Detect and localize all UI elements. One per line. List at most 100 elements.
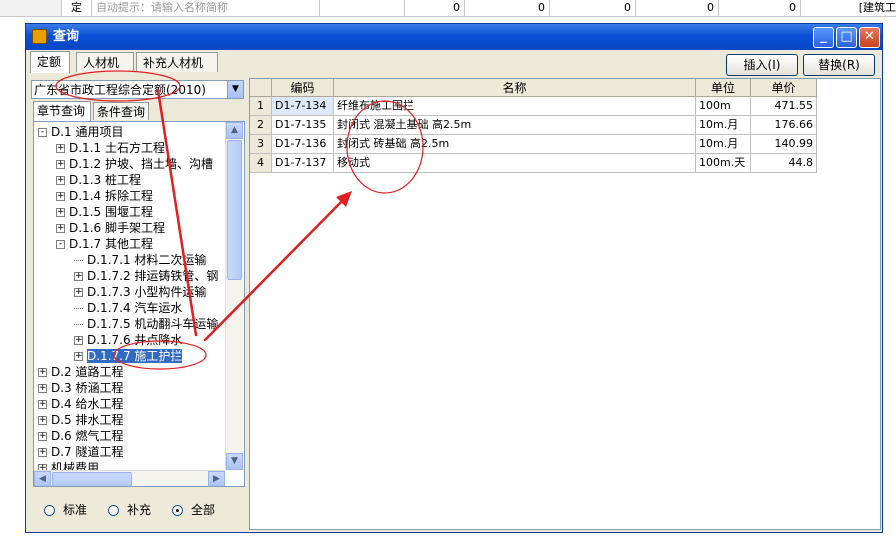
code-cell[interactable]: D1-7-136	[272, 135, 334, 154]
code-cell[interactable]: D1-7-134	[272, 97, 334, 116]
tree-node[interactable]: + D.7 隧道工程	[38, 444, 124, 460]
column-header-price[interactable]: 单价	[751, 79, 817, 97]
tree-node[interactable]: + D.1.5 围堰工程	[56, 204, 153, 220]
row-number-cell[interactable]: 1	[250, 97, 272, 116]
tree-vertical-scroll-thumb[interactable]	[227, 140, 242, 280]
row-number-cell[interactable]: 3	[250, 135, 272, 154]
tree-node[interactable]: + D.1.7.6 井点降水	[74, 332, 182, 348]
tree-node[interactable]: - D.1.7 其他工程	[56, 236, 153, 252]
name-cell[interactable]: 封闭式 混凝土基础 高2.5m	[334, 116, 696, 135]
code-cell[interactable]: D1-7-137	[272, 154, 334, 173]
tab-extra-materials[interactable]: 补充人材机	[136, 52, 218, 72]
insert-button[interactable]: 插入(I)	[726, 54, 798, 76]
name-cell[interactable]: 移动式	[334, 154, 696, 173]
tab-condition-search[interactable]: 条件查询	[93, 102, 149, 120]
expand-icon[interactable]: +	[56, 208, 65, 217]
price-cell[interactable]: 176.66	[751, 116, 817, 135]
scroll-left-icon[interactable]: ◀	[34, 471, 51, 486]
price-cell[interactable]: 471.55	[751, 97, 817, 116]
replace-button[interactable]: 替换(R)	[803, 54, 875, 76]
radio-standard[interactable]: 标准	[44, 502, 87, 518]
tree-node[interactable]: + D.2 道路工程	[38, 364, 124, 380]
expand-icon[interactable]: +	[56, 144, 65, 153]
tab-quota[interactable]: 定额	[30, 51, 70, 73]
tree-node[interactable]: + D.4 给水工程	[38, 396, 124, 412]
tree-node[interactable]: D.1.7.4 汽车运水	[74, 300, 182, 316]
maximize-button[interactable]: □	[836, 27, 857, 48]
expand-icon[interactable]: +	[38, 384, 47, 393]
filter-radio-group: 标准 补充 全部	[38, 502, 243, 522]
name-cell[interactable]: 纤维布施工围拦	[334, 97, 696, 116]
tree-node[interactable]: + D.1.6 脚手架工程	[56, 220, 165, 236]
tree-node[interactable]: + D.6 燃气工程	[38, 428, 124, 444]
expand-icon[interactable]: +	[38, 400, 47, 409]
tab-chapter-search[interactable]: 章节查询	[33, 101, 91, 121]
code-cell[interactable]: D1-7-135	[272, 116, 334, 135]
expand-icon[interactable]: +	[38, 368, 47, 377]
quota-library-select[interactable]: 广东省市政工程综合定额(2010) ▼	[31, 80, 244, 99]
scroll-down-icon[interactable]: ▼	[226, 453, 243, 470]
tree-node[interactable]: + D.1.2 护坡、挡土墙、沟槽	[56, 156, 213, 172]
expand-icon[interactable]: +	[56, 224, 65, 233]
expand-icon[interactable]: +	[38, 432, 47, 441]
expand-icon[interactable]: +	[56, 160, 65, 169]
row-number-cell[interactable]: 4	[250, 154, 272, 173]
tree-node-label: D.1.7.4 汽车运水	[87, 301, 183, 315]
tab-materials[interactable]: 人材机	[76, 52, 134, 72]
radio-all[interactable]: 全部	[172, 502, 215, 518]
radio-circle-icon[interactable]	[108, 505, 119, 516]
unit-cell[interactable]: 10m.月	[696, 116, 751, 135]
tree-node[interactable]: - D.1 通用项目	[38, 124, 124, 140]
minimize-button[interactable]: _	[813, 27, 834, 48]
tree-horizontal-scroll-thumb[interactable]	[52, 472, 132, 486]
expand-icon[interactable]: +	[38, 416, 47, 425]
radio-supplement[interactable]: 补充	[108, 502, 151, 518]
close-button[interactable]: ✕	[859, 27, 880, 48]
radio-circle-icon[interactable]	[172, 505, 183, 516]
tree-node[interactable]: D.1.7.5 机动翻斗车运输	[74, 316, 218, 332]
expand-icon[interactable]: +	[74, 272, 83, 281]
tree-node[interactable]: + D.1.4 拆除工程	[56, 188, 153, 204]
tree-node-label: D.5 排水工程	[51, 413, 124, 427]
expand-icon[interactable]: +	[56, 192, 65, 201]
tree-horizontal-scrollbar[interactable]: ◀ ▶	[34, 470, 225, 486]
bg-cell-zero: 0	[636, 0, 719, 16]
tree-node[interactable]: + D.1.7.3 小型构件运输	[74, 284, 206, 300]
expand-icon[interactable]: +	[74, 352, 83, 361]
price-cell[interactable]: 44.8	[751, 154, 817, 173]
title-bar[interactable]: 查询 _ □ ✕	[26, 24, 882, 50]
tree-node[interactable]: + D.3 桥涵工程	[38, 380, 124, 396]
tree-node[interactable]: + D.5 排水工程	[38, 412, 124, 428]
expand-icon[interactable]: +	[38, 448, 47, 457]
collapse-icon[interactable]: -	[56, 240, 65, 249]
tree-node[interactable]: + D.1.3 桩工程	[56, 172, 141, 188]
scroll-right-icon[interactable]: ▶	[208, 471, 225, 486]
unit-cell[interactable]: 100m.天	[696, 154, 751, 173]
expand-icon[interactable]: +	[56, 176, 65, 185]
tree-node-label: D.1.6 脚手架工程	[69, 221, 165, 235]
tree-node-label: D.3 桥涵工程	[51, 381, 124, 395]
tree-node[interactable]: + D.1.1 土石方工程	[56, 140, 165, 156]
tree-node-label: D.1.5 围堰工程	[69, 205, 153, 219]
tree-vertical-scrollbar[interactable]: ▲ ▼	[225, 122, 243, 470]
tree-node[interactable]: + D.1.7.7 施工护拦	[74, 348, 184, 364]
row-number-cell[interactable]: 2	[250, 116, 272, 135]
expand-icon[interactable]: +	[74, 288, 83, 297]
unit-cell[interactable]: 100m	[696, 97, 751, 116]
expand-icon[interactable]: +	[74, 336, 83, 345]
radio-circle-icon[interactable]	[44, 505, 55, 516]
tree-node[interactable]: + D.1.7.2 排运铸铁管、钢	[74, 268, 218, 284]
background-grid-row: 定 自动提示：请输入名称简称 0 0 0 0 0 [建筑工	[0, 0, 896, 17]
chevron-down-icon[interactable]: ▼	[227, 81, 243, 98]
tree-node-label: D.1 通用项目	[51, 125, 124, 139]
unit-cell[interactable]: 10m.月	[696, 135, 751, 154]
column-header-unit[interactable]: 单位	[696, 79, 751, 97]
name-cell[interactable]: 封闭式 砖基础 高2.5m	[334, 135, 696, 154]
collapse-icon[interactable]: -	[38, 128, 47, 137]
column-header-name[interactable]: 名称	[334, 79, 696, 97]
column-header-code[interactable]: 编码	[272, 79, 334, 97]
scroll-up-icon[interactable]: ▲	[226, 122, 243, 139]
tree-node[interactable]: D.1.7.1 材料二次运输	[74, 252, 206, 268]
price-cell[interactable]: 140.99	[751, 135, 817, 154]
bg-cell-zero: 0	[719, 0, 801, 16]
